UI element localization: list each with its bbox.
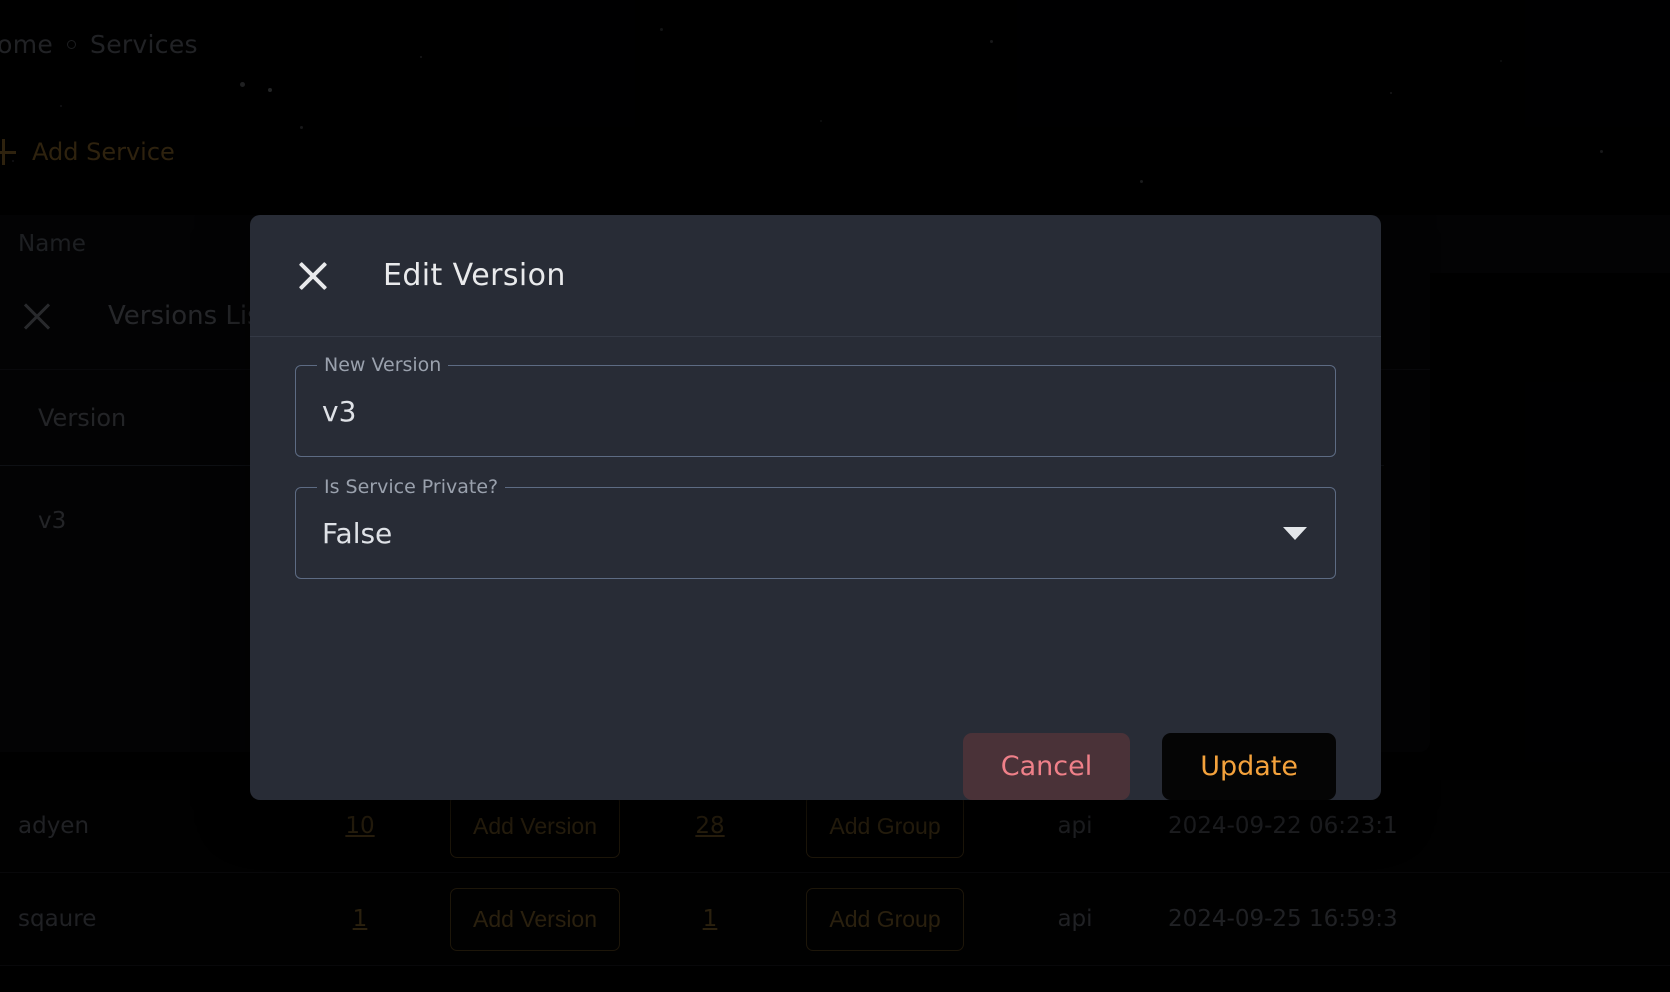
update-button[interactable]: Update [1162, 733, 1336, 800]
edit-version-modal: Edit Version New Version v3 Is Service P… [250, 215, 1381, 800]
modal-title: Edit Version [383, 258, 566, 293]
modal-actions: Cancel Update [250, 711, 1381, 800]
cancel-button[interactable]: Cancel [962, 733, 1131, 800]
app-root: Home Services Add Service Name Date Crea… [0, 0, 1670, 992]
modal-header: Edit Version [250, 215, 1381, 337]
is-service-private-select[interactable]: False [295, 487, 1336, 579]
modal-body: New Version v3 Is Service Private? False [250, 337, 1381, 711]
new-version-label: New Version [317, 354, 449, 376]
chevron-down-icon [1283, 526, 1307, 540]
new-version-field: New Version v3 [295, 354, 1336, 457]
is-service-private-label: Is Service Private? [317, 476, 506, 498]
close-icon[interactable] [295, 258, 331, 294]
new-version-value: v3 [322, 394, 357, 428]
is-service-private-value: False [322, 516, 393, 550]
new-version-input[interactable]: v3 [295, 365, 1336, 457]
is-service-private-field: Is Service Private? False [295, 476, 1336, 579]
